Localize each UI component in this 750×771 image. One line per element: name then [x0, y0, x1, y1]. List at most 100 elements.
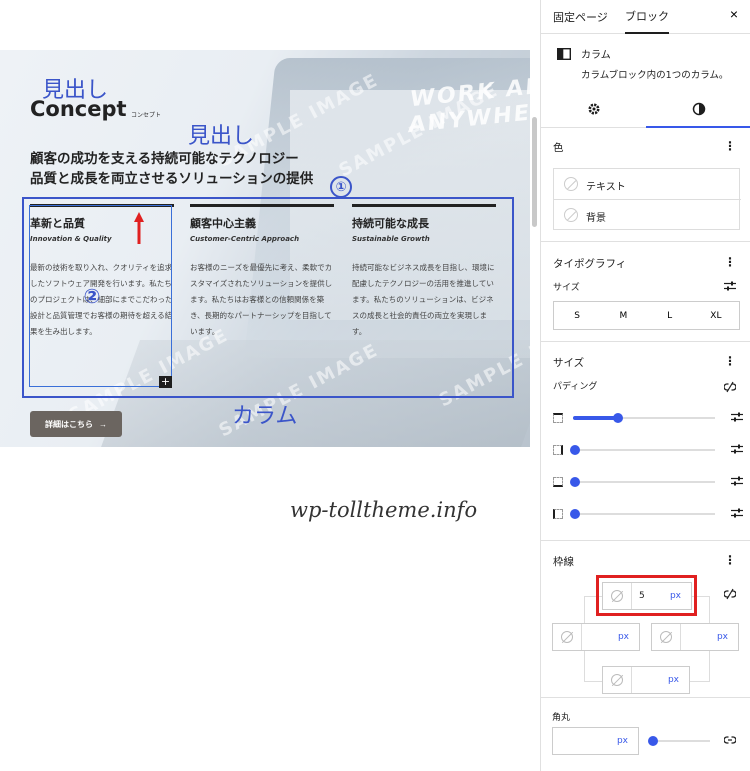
tab-page[interactable]: 固定ページ: [553, 0, 608, 34]
close-icon[interactable]: ×: [730, 6, 738, 22]
border-right-width-input[interactable]: px: [651, 623, 739, 651]
tab-block[interactable]: ブロック: [625, 0, 669, 34]
input-divider: [631, 667, 632, 693]
annotation-number-1: ①: [330, 176, 352, 198]
tab-styles[interactable]: [646, 92, 750, 128]
column-paragraph[interactable]: 持続可能なビジネス成長を目指し、環境に配慮したテクノロジーの活用を推進しています…: [352, 260, 496, 340]
empty-swatch-icon: [564, 208, 578, 222]
half-circle-icon: [692, 102, 706, 116]
column-block-icon: [557, 48, 571, 60]
color-text-item[interactable]: テキスト: [554, 169, 741, 200]
color-background-item[interactable]: 背景: [554, 200, 741, 231]
border-options-icon[interactable]: ⋮: [724, 553, 736, 567]
link-icon[interactable]: [724, 735, 736, 745]
padding-right-track: [573, 449, 715, 451]
padding-bottom-row: [553, 475, 743, 489]
color-background-label: 背景: [586, 213, 606, 224]
column-subheading[interactable]: Customer-Centric Approach: [190, 235, 334, 243]
column-heading[interactable]: 顧客中心主義: [190, 215, 334, 231]
add-block-button[interactable]: +: [159, 376, 172, 388]
typography-panel-title[interactable]: タイポグラフィ: [553, 256, 626, 271]
input-divider: [581, 624, 582, 650]
editor-canvas[interactable]: WORK AN ANYWHER SAMPLE IMAGE SAMPLE IMAG…: [0, 0, 540, 771]
dimensions-options-icon[interactable]: ⋮: [724, 354, 736, 368]
color-options-icon[interactable]: ⋮: [724, 139, 736, 153]
font-size-l[interactable]: L: [647, 302, 693, 329]
custom-size-icon[interactable]: [731, 412, 743, 422]
column-paragraph[interactable]: お客様のニーズを最優先に考え、柔軟でカスタマイズされたソリューションを提供します…: [190, 260, 334, 340]
column-heading[interactable]: 持続可能な成長: [352, 215, 496, 231]
column-top-border: [352, 204, 496, 207]
red-arrow-up-icon: [134, 212, 144, 244]
custom-size-icon[interactable]: [731, 476, 743, 486]
border-radius-unit[interactable]: px: [617, 736, 628, 746]
padding-bottom-slider[interactable]: [570, 477, 580, 487]
dimensions-panel-title[interactable]: サイズ: [553, 355, 584, 370]
custom-size-icon[interactable]: [724, 281, 736, 291]
annotation-column-label: カラム: [232, 404, 298, 429]
border-left-unit[interactable]: px: [618, 632, 629, 642]
padding-left-row: [553, 507, 743, 521]
sidebar-tabs: 固定ページ ブロック ×: [541, 0, 750, 34]
padding-right-slider[interactable]: [570, 445, 580, 455]
lead-heading-line-2[interactable]: 品質と成長を両立させるソリューションの提供: [30, 167, 313, 187]
padding-right-icon: [553, 445, 563, 455]
border-bottom-unit[interactable]: px: [668, 675, 679, 685]
tab-settings[interactable]: [541, 92, 646, 128]
inspector-mode-tabs: [541, 92, 750, 128]
font-size-presets: S M L XL: [553, 301, 740, 330]
input-divider: [680, 624, 681, 650]
concept-heading[interactable]: Concept: [30, 97, 127, 121]
border-bottom-width-input[interactable]: px: [602, 666, 690, 694]
border-radius-slider[interactable]: [648, 736, 710, 746]
border-right-unit[interactable]: px: [717, 632, 728, 642]
font-size-xl[interactable]: XL: [693, 302, 739, 329]
column-block[interactable]: 顧客中心主義 Customer-Centric Approach お客様のニーズ…: [190, 204, 334, 340]
border-panel-title[interactable]: 枠線: [553, 554, 574, 569]
block-name: カラム: [581, 50, 611, 61]
padding-label: パディング: [553, 382, 598, 392]
unlink-icon[interactable]: [724, 381, 736, 393]
padding-top-icon: [553, 413, 563, 423]
padding-right-row: [553, 443, 743, 457]
concept-heading-sub: コンセプト: [131, 112, 162, 119]
custom-size-icon[interactable]: [731, 508, 743, 518]
border-left-width-input[interactable]: px: [552, 623, 640, 651]
highlight-box: [596, 575, 697, 616]
details-button-label: 詳細はこちら: [45, 419, 93, 429]
padding-left-track: [573, 513, 715, 515]
padding-left-slider[interactable]: [570, 509, 580, 519]
padding-top-slider[interactable]: [612, 413, 623, 423]
divider: [541, 341, 750, 342]
column-block[interactable]: 持続可能な成長 Sustainable Growth 持続可能なビジネス成長を目…: [352, 204, 496, 340]
font-size-m[interactable]: M: [600, 302, 646, 329]
border-radius-thumb[interactable]: [648, 736, 658, 746]
border-radius-label: 角丸: [552, 713, 571, 723]
details-button[interactable]: 詳細はこちら →: [30, 411, 122, 437]
border-radius-track: [652, 740, 710, 742]
annotation-heading-2: 見出し: [188, 124, 255, 149]
typography-options-icon[interactable]: ⋮: [724, 255, 736, 269]
no-color-icon[interactable]: [561, 631, 573, 643]
no-color-icon[interactable]: [611, 674, 623, 686]
padding-top-row: [553, 411, 743, 425]
column-top-border: [190, 204, 334, 207]
empty-swatch-icon: [564, 177, 578, 191]
divider: [541, 241, 750, 242]
border-radius-input[interactable]: px: [552, 727, 639, 755]
column-subheading[interactable]: Sustainable Growth: [352, 235, 496, 243]
custom-size-icon[interactable]: [731, 444, 743, 454]
font-size-label: サイズ: [553, 283, 580, 293]
no-color-icon[interactable]: [660, 631, 672, 643]
divider: [541, 697, 750, 698]
site-watermark: wp-tolltheme.info: [290, 498, 478, 522]
canvas-scrollbar[interactable]: [532, 117, 537, 227]
unlink-icon[interactable]: [724, 588, 736, 600]
lead-heading-line-1[interactable]: 顧客の成功を支える持続可能なテクノロジー: [30, 147, 299, 167]
annotation-number-2: ②: [83, 284, 101, 308]
padding-top-fill: [573, 416, 616, 420]
font-size-s[interactable]: S: [554, 302, 600, 329]
color-settings: テキスト 背景: [553, 168, 741, 231]
gear-icon: [588, 103, 600, 115]
color-panel-title[interactable]: 色: [553, 140, 564, 155]
